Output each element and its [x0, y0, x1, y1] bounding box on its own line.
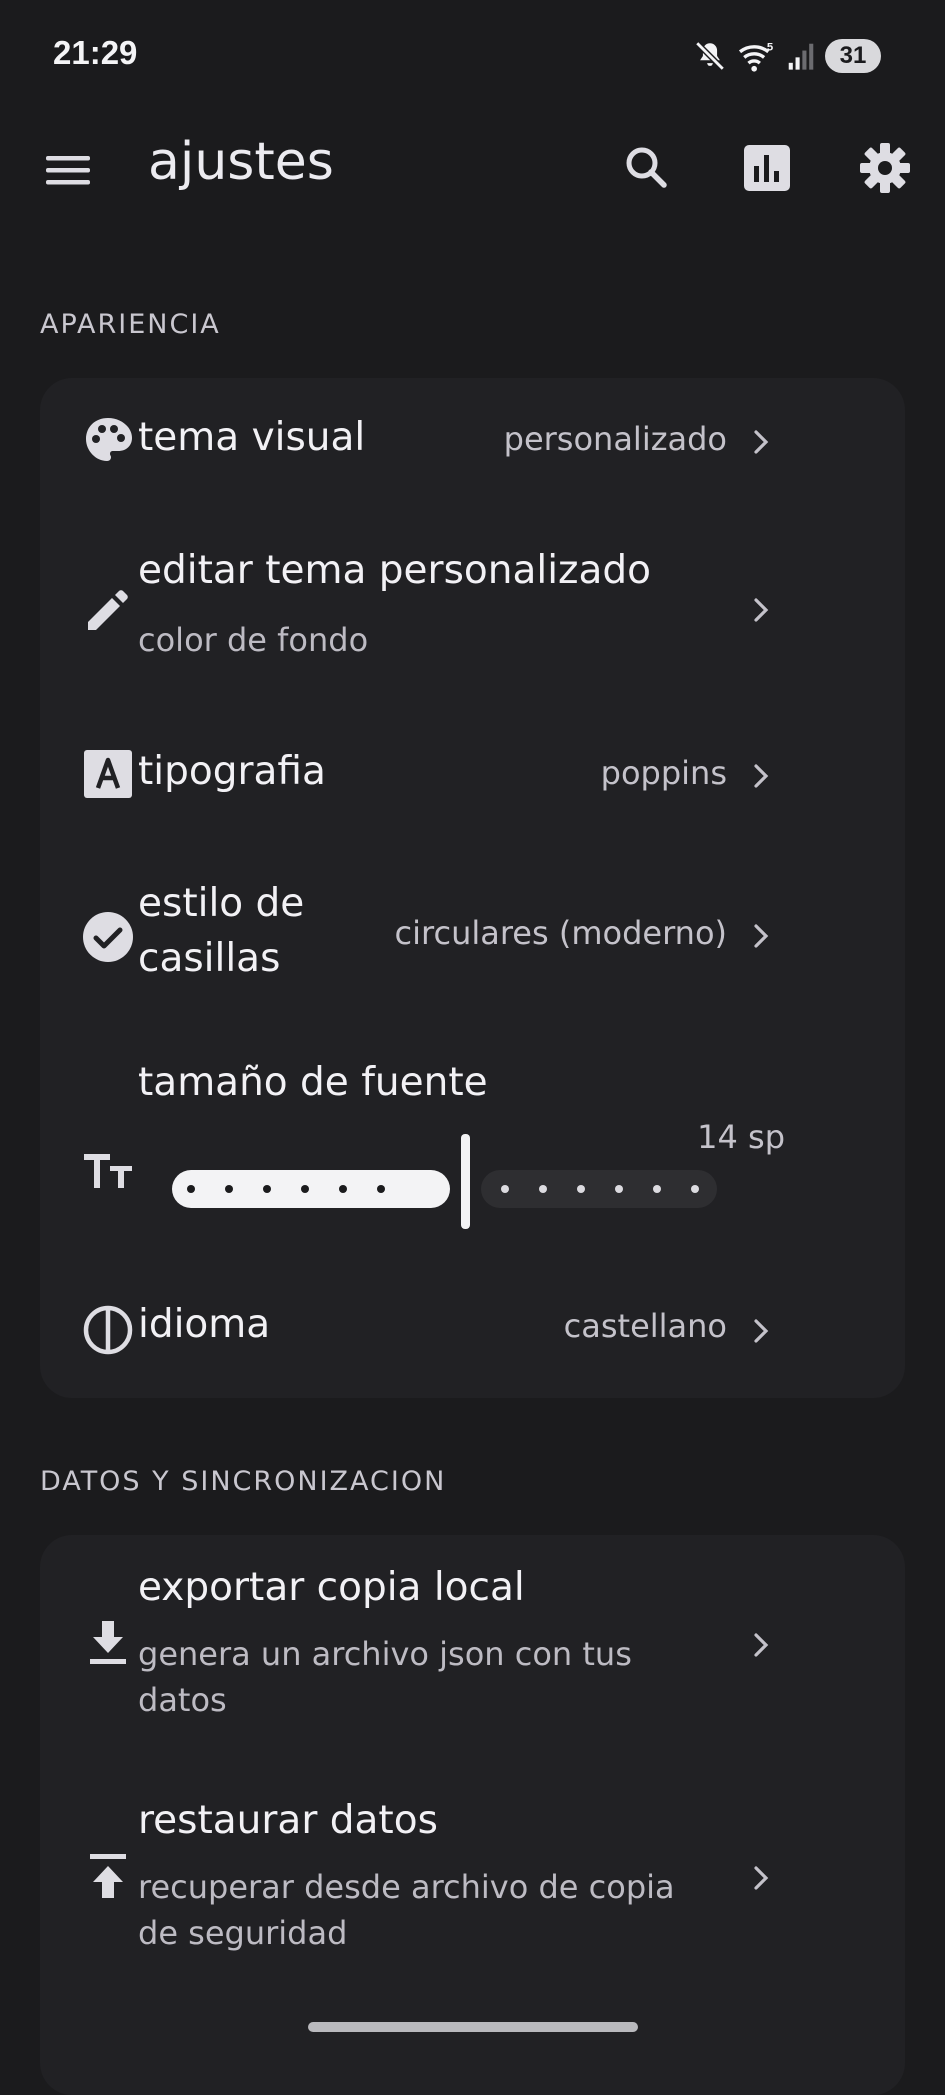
chevron-right-icon	[754, 430, 769, 454]
setting-font-size: tamaño de fuente 14 sp	[0, 1040, 865, 1240]
setting-edit-theme-title: editar tema personalizado	[138, 548, 652, 593]
setting-typography-title: tipografia	[138, 749, 326, 794]
setting-typography-value: poppins	[600, 754, 727, 792]
chevron-right-icon	[754, 1633, 769, 1657]
setting-language-title: idioma	[138, 1302, 271, 1347]
pencil-icon	[88, 590, 128, 630]
upload-icon	[90, 1854, 126, 1898]
download-icon	[90, 1621, 126, 1664]
text-size-icon	[84, 1154, 132, 1188]
setting-restore-subtitle-line2: de seguridad	[138, 1914, 348, 1952]
svg-text:5: 5	[767, 41, 773, 53]
setting-checkbox-style-value: circulares (moderno)	[394, 914, 727, 952]
page-title: ajustes	[148, 132, 334, 192]
battery-icon: 31	[825, 39, 881, 73]
setting-export-subtitle: genera un archivo json con tus datos	[138, 1631, 632, 1723]
setting-edit-theme[interactable]: editar tema personalizado color de fondo	[0, 520, 865, 700]
slider-tick	[301, 1185, 309, 1193]
setting-theme-value: personalizado	[503, 420, 727, 458]
setting-language-value: castellano	[563, 1307, 727, 1345]
setting-font-size-value: 14 sp	[697, 1118, 785, 1156]
stats-icon[interactable]	[737, 138, 797, 198]
setting-font-size-title: tamaño de fuente	[138, 1060, 488, 1105]
slider-tick	[225, 1185, 233, 1193]
slider-tick	[377, 1185, 385, 1193]
setting-export-subtitle-line1: genera un archivo json con tus	[138, 1635, 632, 1673]
slider-tick	[187, 1185, 195, 1193]
setting-theme[interactable]: tema visual personalizado	[0, 378, 865, 503]
check-circle-icon	[83, 912, 133, 962]
section-header-data-sync: DATOS Y SINCRONIZACION	[40, 1466, 447, 1497]
slider-tick	[539, 1185, 547, 1193]
gesture-nav-bar[interactable]	[308, 2022, 638, 2032]
setting-checkbox-style-title-line1: estilo de	[138, 881, 305, 926]
slider-tick	[691, 1185, 699, 1193]
setting-restore-subtitle-line1: recuperar desde archivo de copia	[138, 1868, 675, 1906]
setting-theme-title: tema visual	[138, 415, 366, 460]
setting-typography[interactable]: tipografia poppins	[0, 712, 865, 837]
search-icon[interactable]	[617, 138, 677, 198]
status-time: 21:29	[53, 34, 138, 71]
app-bar: ajustes	[0, 110, 945, 220]
chevron-right-icon	[754, 598, 769, 622]
slider-tick	[615, 1185, 623, 1193]
wifi-5g-icon: 5	[738, 41, 773, 72]
slider-tick	[339, 1185, 347, 1193]
setting-language[interactable]: idioma castellano	[0, 1265, 865, 1390]
slider-tick	[577, 1185, 585, 1193]
palette-icon	[86, 418, 132, 461]
status-icons: 5 31	[693, 36, 881, 76]
setting-restore-title: restaurar datos	[138, 1798, 438, 1843]
setting-export-title: exportar copia local	[138, 1565, 525, 1610]
font-a-icon	[84, 750, 132, 798]
setting-checkbox-style[interactable]: estilo de casillas circulares (moderno)	[0, 862, 865, 1012]
slider-tick	[263, 1185, 271, 1193]
chevron-right-icon	[754, 764, 769, 788]
language-icon	[83, 1305, 133, 1355]
font-size-slider-active-track[interactable]	[172, 1170, 450, 1208]
setting-restore[interactable]: restaurar datos recuperar desde archivo …	[0, 1770, 865, 1985]
setting-checkbox-style-title: estilo de casillas	[138, 876, 304, 986]
font-size-slider-inactive-track[interactable]	[481, 1170, 717, 1208]
slider-tick	[653, 1185, 661, 1193]
section-header-appearance: APARIENCIA	[40, 309, 221, 340]
setting-restore-subtitle: recuperar desde archivo de copia de segu…	[138, 1864, 675, 1956]
setting-export[interactable]: exportar copia local genera un archivo j…	[0, 1535, 865, 1750]
setting-edit-theme-subtitle: color de fondo	[138, 621, 369, 659]
setting-export-subtitle-line2: datos	[138, 1681, 227, 1719]
font-size-slider-handle[interactable]	[461, 1134, 470, 1229]
menu-icon[interactable]	[40, 142, 96, 198]
chevron-right-icon	[754, 1319, 769, 1343]
setting-checkbox-style-title-line2: casillas	[138, 936, 281, 981]
chevron-right-icon	[754, 924, 769, 948]
signal-icon	[788, 43, 814, 70]
slider-tick	[501, 1185, 509, 1193]
settings-icon[interactable]	[855, 138, 915, 198]
mute-icon	[695, 41, 725, 71]
chevron-right-icon	[754, 1866, 769, 1890]
status-bar: 21:29 5 31	[0, 0, 945, 110]
